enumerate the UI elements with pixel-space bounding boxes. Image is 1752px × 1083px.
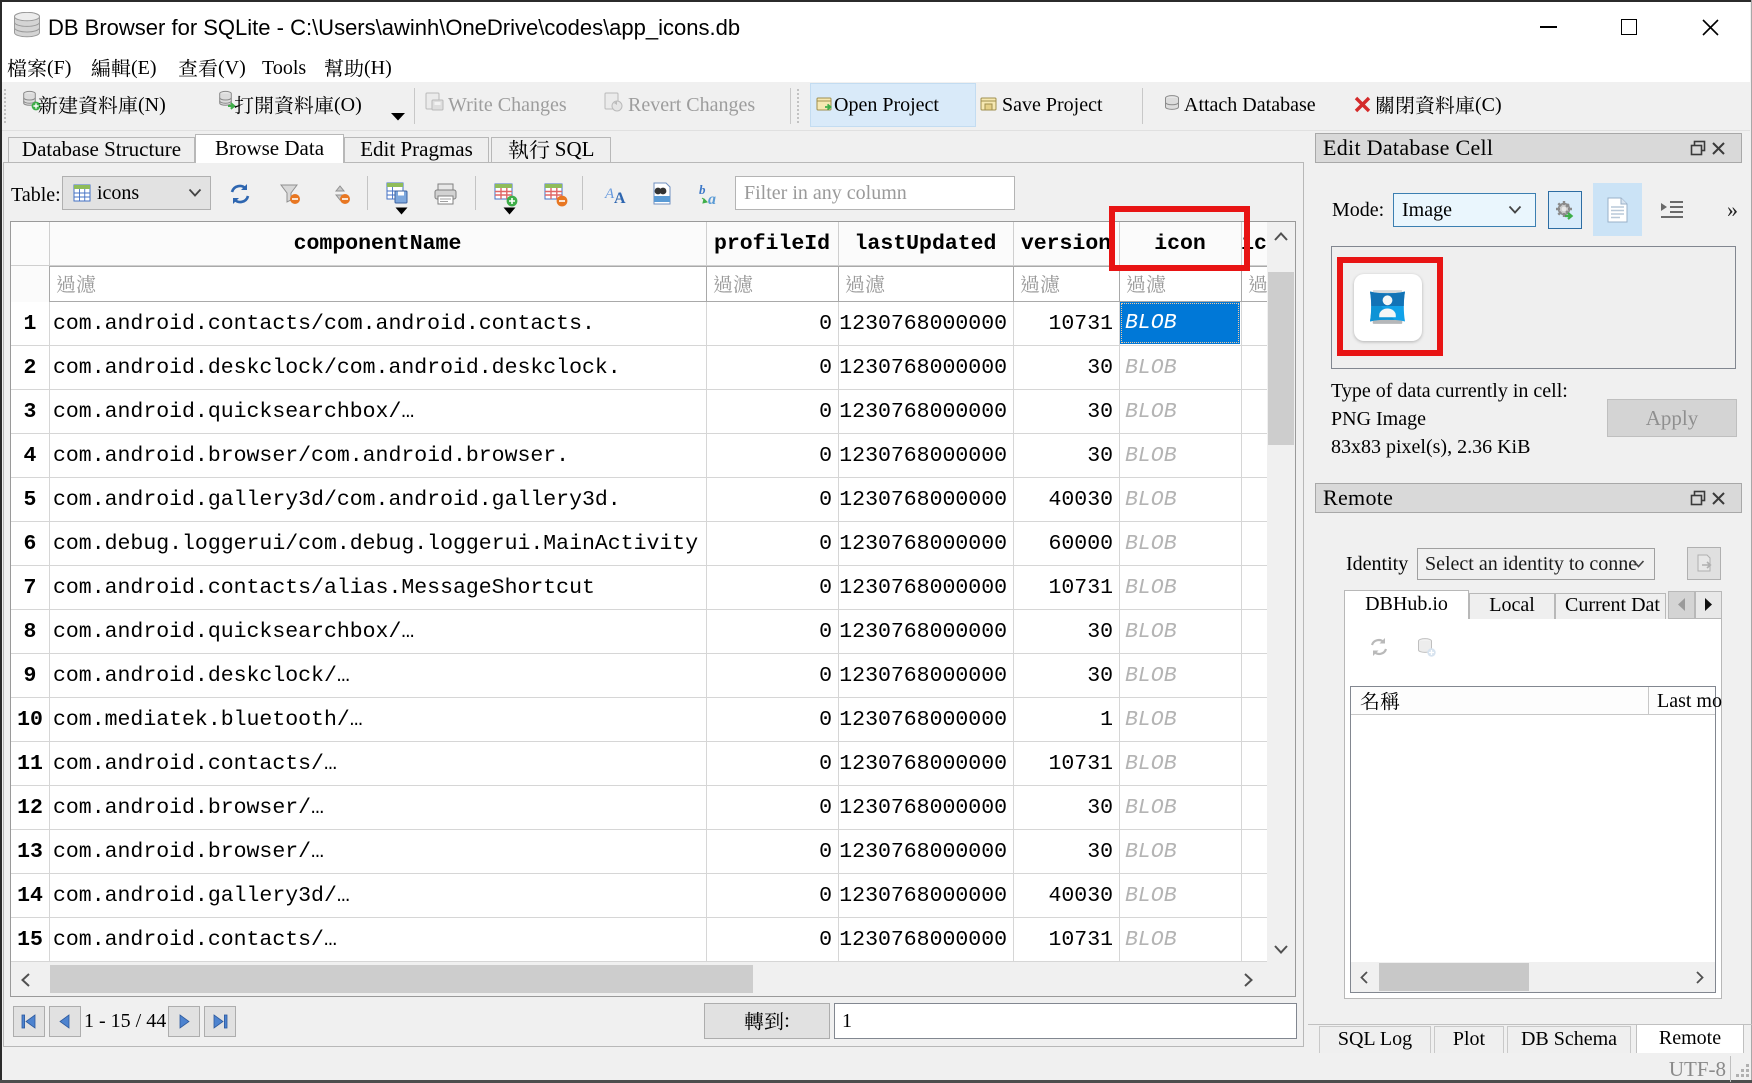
svg-text:A: A [614, 190, 626, 206]
svg-text:a: a [708, 191, 716, 207]
svg-text:b: b [699, 182, 706, 197]
